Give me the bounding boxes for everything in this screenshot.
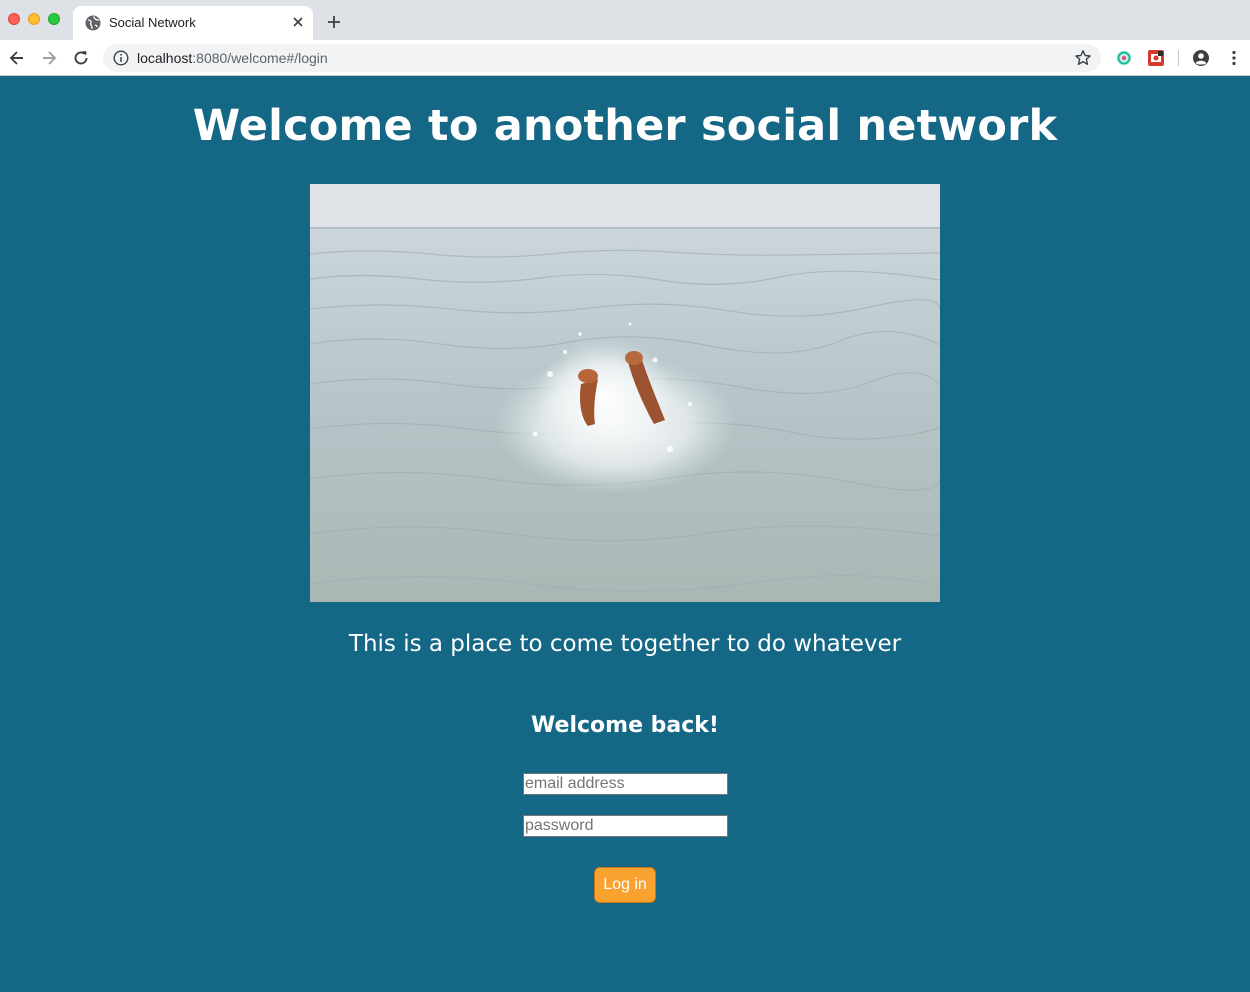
extension-ring-icon[interactable]	[1115, 49, 1133, 67]
email-field[interactable]	[523, 773, 728, 795]
profile-avatar-icon[interactable]	[1192, 49, 1210, 67]
url-path: :8080/welcome#/login	[192, 50, 328, 66]
maximize-window-button[interactable]	[48, 13, 60, 25]
password-field[interactable]	[523, 815, 728, 837]
address-bar[interactable]: localhost:8080/welcome#/login	[103, 44, 1101, 72]
login-heading: Welcome back!	[531, 713, 719, 738]
browser-tab-strip: Social Network	[0, 0, 1250, 40]
close-window-button[interactable]	[8, 13, 20, 25]
browser-toolbar: localhost:8080/welcome#/login	[0, 40, 1250, 76]
bookmark-star-icon[interactable]	[1074, 49, 1092, 67]
login-button[interactable]: Log in	[594, 867, 656, 903]
forward-icon[interactable]	[39, 48, 59, 68]
reload-icon[interactable]	[71, 48, 91, 68]
new-tab-icon[interactable]	[325, 13, 343, 31]
info-icon[interactable]	[113, 50, 129, 66]
hero-image	[310, 184, 940, 602]
menu-kebab-icon[interactable]	[1225, 49, 1243, 67]
page-title: Welcome to another social network	[192, 101, 1058, 151]
tab-title: Social Network	[109, 15, 196, 30]
minimize-window-button[interactable]	[28, 13, 40, 25]
page-content: Welcome to another social network This i…	[0, 77, 1250, 992]
close-icon[interactable]	[289, 13, 307, 31]
toolbar-separator	[1178, 50, 1179, 66]
globe-icon	[85, 15, 101, 31]
extension-app-icon[interactable]	[1147, 49, 1165, 67]
tagline: This is a place to come together to do w…	[348, 631, 902, 657]
back-icon[interactable]	[7, 48, 27, 68]
browser-tab[interactable]: Social Network	[73, 6, 313, 40]
url-host: localhost	[137, 50, 193, 66]
url-text[interactable]: localhost:8080/welcome#/login	[137, 50, 328, 66]
